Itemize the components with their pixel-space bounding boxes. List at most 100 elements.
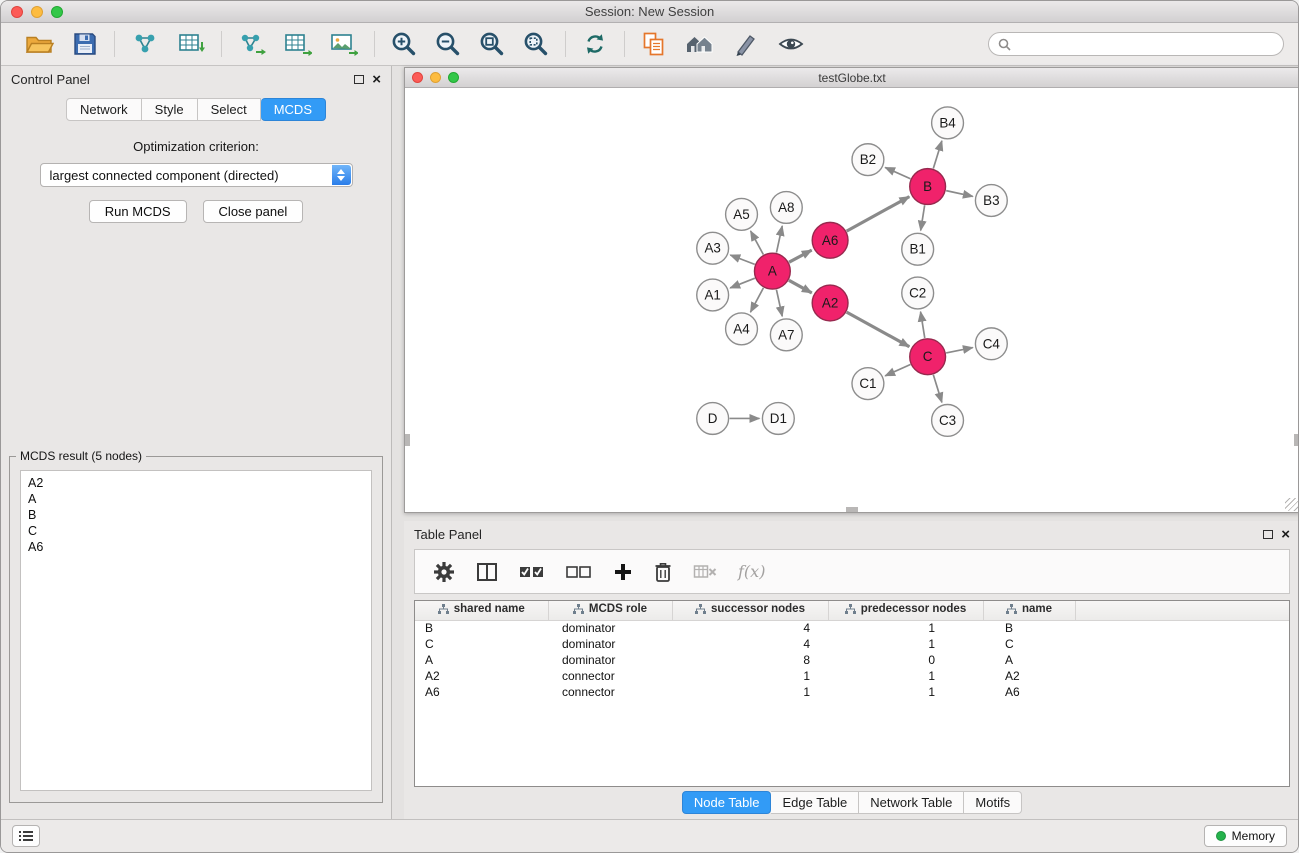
column-header-shared-name[interactable]: shared name [415, 601, 548, 620]
tab-edge-table[interactable]: Edge Table [771, 791, 859, 814]
graph-node-B[interactable]: B [910, 169, 946, 205]
mcds-result-item[interactable]: A2 [28, 475, 364, 491]
optimization-criterion-select[interactable]: largest connected component (directed) [40, 163, 353, 187]
graph-edge-A6-B[interactable] [847, 197, 910, 232]
float-panel-icon[interactable] [354, 75, 364, 84]
save-icon[interactable] [72, 31, 98, 57]
table-row[interactable]: A6connector11A6 [415, 684, 1289, 700]
graph-node-A8[interactable]: A8 [770, 192, 802, 224]
graph-edge-A-A6[interactable] [789, 250, 812, 262]
graph-node-A4[interactable]: A4 [726, 313, 758, 345]
close-table-panel-icon[interactable]: × [1281, 528, 1290, 542]
zoom-fit-icon[interactable] [479, 31, 505, 57]
import-network-icon[interactable] [131, 31, 159, 57]
float-table-panel-icon[interactable] [1263, 530, 1273, 539]
table-row[interactable]: Bdominator41B [415, 620, 1289, 636]
graph-node-B4[interactable]: B4 [932, 107, 964, 139]
graph-edge-A-A5[interactable] [751, 231, 764, 254]
graph-node-B2[interactable]: B2 [852, 144, 884, 176]
search-input[interactable] [1015, 37, 1274, 51]
select-all-icon[interactable] [519, 564, 545, 580]
graph-node-A6[interactable]: A6 [812, 222, 848, 258]
column-header-successor-nodes[interactable]: successor nodes [672, 601, 828, 620]
function-builder-icon[interactable]: f(x) [738, 562, 765, 581]
graph-edge-A2-C[interactable] [847, 312, 910, 347]
graph-edge-A-A1[interactable] [730, 278, 755, 288]
graph-edge-A-A3[interactable] [730, 255, 754, 264]
network-canvas[interactable]: B4B2BB3A8A5A6A3B1AC2A1A2A4A7C4CC1DD1C3 [405, 89, 1299, 512]
graph-edge-C-C2[interactable] [921, 312, 925, 338]
add-row-icon[interactable] [613, 562, 633, 582]
export-network-icon[interactable] [238, 31, 266, 57]
graph-node-C2[interactable]: C2 [902, 277, 934, 309]
open-folder-icon[interactable] [24, 31, 54, 57]
refresh-layout-icon[interactable] [582, 31, 608, 57]
column-header-mcds-role[interactable]: MCDS role [548, 601, 672, 620]
close-panel-button[interactable]: Close panel [203, 200, 304, 223]
graph-node-D[interactable]: D [697, 403, 729, 435]
table-row[interactable]: A2connector11A2 [415, 668, 1289, 684]
search-box[interactable] [988, 32, 1284, 56]
zoom-out-icon[interactable] [435, 31, 461, 57]
graph-edge-B-B3[interactable] [946, 191, 973, 197]
graph-edge-A-A4[interactable] [750, 288, 763, 312]
delete-row-icon[interactable] [654, 561, 672, 583]
graph-edge-B-B1[interactable] [921, 205, 925, 230]
tab-mcds[interactable]: MCDS [261, 98, 326, 121]
run-mcds-button[interactable]: Run MCDS [89, 200, 187, 223]
graph-node-C1[interactable]: C1 [852, 368, 884, 400]
graph-node-A5[interactable]: A5 [726, 198, 758, 230]
tab-node-table[interactable]: Node Table [682, 791, 772, 814]
column-header-predecessor-nodes[interactable]: predecessor nodes [828, 601, 983, 620]
graph-edge-C-C1[interactable] [885, 364, 910, 375]
graph-edge-A-A2[interactable] [789, 280, 812, 293]
close-panel-icon[interactable]: × [372, 73, 381, 87]
mcds-result-item[interactable]: B [28, 507, 364, 523]
graph-edge-C-C3[interactable] [933, 375, 942, 403]
export-image-icon[interactable] [330, 31, 358, 57]
mcds-result-list[interactable]: A2ABCA6 [20, 470, 372, 791]
graph-node-D1[interactable]: D1 [762, 403, 794, 435]
mcds-result-item[interactable]: A [28, 491, 364, 507]
graph-node-A7[interactable]: A7 [770, 319, 802, 351]
graph-edge-A-A7[interactable] [776, 290, 782, 317]
graph-edge-B-B2[interactable] [885, 167, 910, 178]
tab-style[interactable]: Style [142, 98, 198, 121]
table-row[interactable]: Cdominator41C [415, 636, 1289, 652]
graph-node-B3[interactable]: B3 [975, 185, 1007, 217]
zoom-selected-icon[interactable] [523, 31, 549, 57]
export-table-icon[interactable] [284, 31, 312, 57]
column-header-name[interactable]: name [983, 601, 1075, 620]
home-icon[interactable] [685, 31, 715, 57]
tab-motifs[interactable]: Motifs [964, 791, 1022, 814]
memory-button[interactable]: Memory [1204, 825, 1287, 847]
mcds-result-item[interactable]: A6 [28, 539, 364, 555]
columns-icon[interactable] [476, 562, 498, 582]
graph-node-C[interactable]: C [910, 339, 946, 375]
graph-edge-A-A8[interactable] [776, 226, 782, 253]
graph-node-A2[interactable]: A2 [812, 285, 848, 321]
style-pen-icon[interactable] [733, 31, 759, 57]
graph-node-A[interactable]: A [754, 253, 790, 289]
gear-icon[interactable] [433, 561, 455, 583]
mcds-result-item[interactable]: C [28, 523, 364, 539]
table-row[interactable]: Adominator80A [415, 652, 1289, 668]
eye-icon[interactable] [777, 31, 805, 57]
graph-node-B1[interactable]: B1 [902, 233, 934, 265]
zoom-in-icon[interactable] [391, 31, 417, 57]
graph-node-C4[interactable]: C4 [975, 328, 1007, 360]
import-table-icon[interactable] [177, 31, 205, 57]
session-documents-icon[interactable] [641, 31, 667, 57]
resize-grip[interactable] [1285, 498, 1298, 511]
graph-edge-B-B4[interactable] [933, 141, 942, 169]
graph-node-A1[interactable]: A1 [697, 279, 729, 311]
delete-table-icon[interactable] [693, 563, 717, 581]
network-graph[interactable]: B4B2BB3A8A5A6A3B1AC2A1A2A4A7C4CC1DD1C3 [405, 89, 1299, 512]
graph-edge-C-C4[interactable] [946, 348, 973, 353]
tab-network-table[interactable]: Network Table [859, 791, 964, 814]
task-history-button[interactable] [12, 825, 40, 847]
deselect-all-icon[interactable] [566, 564, 592, 580]
tab-select[interactable]: Select [198, 98, 261, 121]
tab-network[interactable]: Network [66, 98, 142, 121]
graph-node-A3[interactable]: A3 [697, 232, 729, 264]
